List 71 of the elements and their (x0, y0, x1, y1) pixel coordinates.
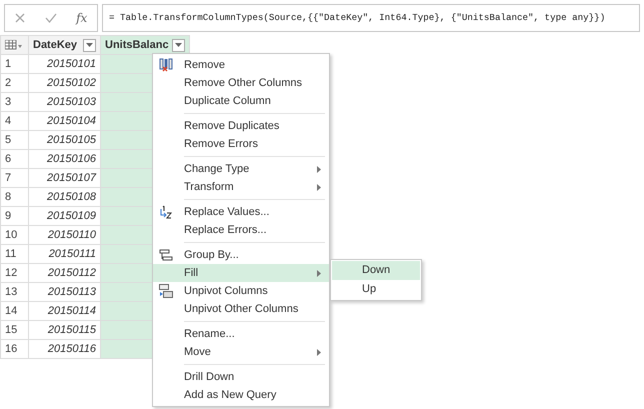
column-label: DateKey (33, 38, 78, 53)
row-number: 2 (0, 74, 28, 92)
row-number: 16 (0, 340, 28, 358)
close-icon (15, 13, 26, 23)
filter-button[interactable] (83, 38, 96, 52)
row-number: 1 (0, 54, 28, 74)
submenu-arrow-icon (317, 270, 321, 276)
table-cell: 20150113 (28, 282, 100, 302)
menu-item[interactable]: Replace Values... (153, 203, 329, 221)
menu-item[interactable]: Transform (153, 178, 329, 196)
menu-item[interactable]: Fill (153, 264, 329, 282)
unpivot-icon (159, 284, 173, 298)
row-number: 5 (0, 130, 28, 150)
remove-columns-icon (159, 58, 173, 72)
column-header[interactable]: DateKey (28, 36, 100, 54)
replace-values-icon (159, 205, 173, 219)
table-cell: 20150106 (28, 150, 100, 168)
row-number: 10 (0, 226, 28, 244)
submenu-item[interactable]: Up (332, 280, 420, 299)
row-number: 11 (0, 244, 28, 264)
submenu-arrow-icon (317, 348, 321, 356)
column-header[interactable]: UnitsBalanc (100, 36, 190, 54)
menu-item[interactable]: Remove Duplicates (153, 117, 329, 135)
row-number: 8 (0, 188, 28, 206)
menu-item[interactable]: Group By... (153, 246, 329, 264)
table-cell: 20150101 (28, 54, 100, 74)
table-cell: 20150107 (28, 168, 100, 188)
table-icon (5, 40, 22, 50)
submenu-arrow-icon (317, 184, 321, 190)
menu-item[interactable]: Remove Other Columns (153, 74, 329, 92)
menu-item[interactable]: Change Type (153, 160, 329, 178)
menu-item[interactable]: Unpivot Columns (153, 282, 329, 300)
row-number: 6 (0, 150, 28, 168)
menu-item[interactable]: Move (153, 343, 329, 361)
menu-item[interactable]: Drill Down (153, 368, 329, 386)
table-cell: 20150109 (28, 206, 100, 226)
table-cell: 20150104 (28, 112, 100, 130)
table-cell: 20150102 (28, 74, 100, 92)
row-number: 3 (0, 92, 28, 112)
table-cell: 20150116 (28, 340, 100, 358)
table-cell: 20150115 (28, 320, 100, 340)
table-cell: 20150110 (28, 226, 100, 244)
row-number: 15 (0, 320, 28, 340)
menu-item[interactable]: Unpivot Other Columns (153, 300, 329, 318)
formula-field[interactable]: = Table.TransformColumnTypes(Source,{{"DateKey", Int64.Type}, {"UnitsBalance", type any}}) (102, 4, 640, 32)
table-cell: 20150108 (28, 188, 100, 206)
table-cell: 20150111 (28, 244, 100, 264)
submenu-item[interactable]: Down (332, 261, 420, 280)
row-number: 14 (0, 302, 28, 320)
menu-item[interactable]: Replace Errors... (153, 221, 329, 239)
table-cell: 20150114 (28, 302, 100, 320)
submenu-arrow-icon (317, 166, 321, 172)
group-by-icon (159, 249, 173, 261)
table-cell: 20150105 (28, 130, 100, 150)
check-icon (45, 13, 57, 23)
row-number: 13 (0, 282, 28, 302)
caret-icon (86, 43, 93, 47)
menu-item[interactable]: Duplicate Column (153, 92, 329, 110)
row-number: 4 (0, 112, 28, 130)
row-number: 9 (0, 206, 28, 226)
row-number: 7 (0, 168, 28, 188)
caret-icon (174, 43, 182, 47)
menu-item[interactable]: Rename... (153, 325, 329, 343)
table-cell: 20150103 (28, 92, 100, 112)
menu-item[interactable]: Add as New Query (153, 386, 329, 404)
column-label: UnitsBalanc (105, 38, 169, 53)
table-cell: 20150112 (28, 264, 100, 282)
row-number: 12 (0, 264, 28, 282)
filter-button[interactable] (172, 38, 185, 52)
menu-item[interactable]: Remove (153, 56, 329, 74)
menu-item[interactable]: Remove Errors (153, 135, 329, 153)
